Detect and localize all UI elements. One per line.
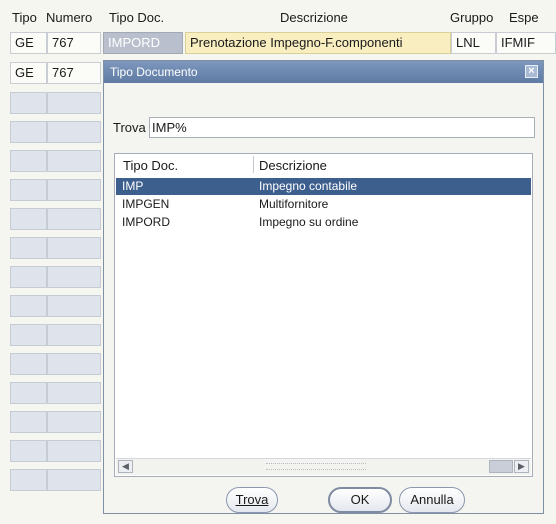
tipo-documento-dialog: Tipo Documento × Trova Tipo Doc. Descriz… xyxy=(103,60,544,514)
find-button[interactable]: Trova xyxy=(226,487,278,513)
header-descrizione: Descrizione xyxy=(280,10,348,25)
find-button-label: Trova xyxy=(235,492,269,507)
empty-field[interactable] xyxy=(10,179,47,201)
empty-field[interactable] xyxy=(10,353,47,375)
results-list: Tipo Doc. Descrizione IMP Impegno contab… xyxy=(114,153,533,477)
dialog-title: Tipo Documento xyxy=(110,65,198,79)
field-numero[interactable]: 767 xyxy=(47,62,101,84)
column-header-descrizione[interactable]: Descrizione xyxy=(259,158,327,173)
find-input[interactable] xyxy=(149,117,535,138)
item-code: IMPGEN xyxy=(122,197,170,211)
empty-field[interactable] xyxy=(47,440,101,462)
scroll-left-icon[interactable]: ◀ xyxy=(118,460,133,473)
empty-field[interactable] xyxy=(47,295,101,317)
header-tipo-doc: Tipo Doc. xyxy=(109,10,165,25)
header-gruppo: Gruppo xyxy=(450,10,494,25)
item-code: IMPORD xyxy=(122,215,170,229)
empty-field[interactable] xyxy=(47,266,101,288)
list-item[interactable]: IMPORD Impegno su ordine xyxy=(116,214,531,231)
header-tipo: Tipo xyxy=(12,10,37,25)
dialog-titlebar[interactable]: Tipo Documento × xyxy=(104,61,543,83)
empty-field[interactable] xyxy=(47,469,101,491)
horizontal-scrollbar[interactable]: ◀ ▶ xyxy=(116,458,531,475)
empty-field[interactable] xyxy=(47,179,101,201)
empty-field[interactable] xyxy=(10,92,47,114)
field-esperimento[interactable]: IFMIF xyxy=(496,32,556,54)
empty-field[interactable] xyxy=(47,150,101,172)
empty-field[interactable] xyxy=(10,440,47,462)
item-code: IMP xyxy=(122,179,144,193)
empty-field[interactable] xyxy=(47,92,101,114)
empty-field[interactable] xyxy=(10,208,47,230)
empty-field[interactable] xyxy=(47,121,101,143)
empty-field[interactable] xyxy=(10,382,47,404)
empty-field[interactable] xyxy=(10,324,47,346)
empty-field[interactable] xyxy=(10,150,47,172)
empty-field[interactable] xyxy=(10,266,47,288)
scroll-grip[interactable] xyxy=(266,463,366,470)
column-header-tipo-doc[interactable]: Tipo Doc. xyxy=(123,158,178,173)
ok-button[interactable]: OK xyxy=(328,487,392,513)
field-tipo-doc[interactable]: IMPORD xyxy=(103,32,183,54)
cancel-button[interactable]: Annulla xyxy=(399,487,465,513)
cancel-button-label: Annulla xyxy=(410,492,454,507)
empty-field[interactable] xyxy=(47,411,101,433)
empty-field[interactable] xyxy=(47,237,101,259)
empty-field[interactable] xyxy=(47,353,101,375)
empty-field[interactable] xyxy=(10,237,47,259)
column-divider[interactable] xyxy=(253,156,254,173)
item-description: Impegno su ordine xyxy=(259,215,359,229)
empty-field[interactable] xyxy=(47,324,101,346)
close-icon[interactable]: × xyxy=(525,65,538,78)
item-description: Impegno contabile xyxy=(259,179,358,193)
field-gruppo[interactable]: LNL xyxy=(451,32,496,54)
scroll-right-icon[interactable]: ▶ xyxy=(514,460,529,473)
field-tipo[interactable]: GE xyxy=(10,62,47,84)
empty-field[interactable] xyxy=(47,208,101,230)
empty-field[interactable] xyxy=(47,382,101,404)
ok-button-label: OK xyxy=(350,492,370,507)
empty-field[interactable] xyxy=(10,411,47,433)
list-header: Tipo Doc. Descrizione xyxy=(115,154,532,176)
empty-field[interactable] xyxy=(10,121,47,143)
scroll-thumb[interactable] xyxy=(489,460,513,473)
empty-field[interactable] xyxy=(10,469,47,491)
list-item[interactable]: IMP Impegno contabile xyxy=(116,178,531,195)
list-item[interactable]: IMPGEN Multifornitore xyxy=(116,196,531,213)
item-description: Multifornitore xyxy=(259,197,329,211)
field-descrizione[interactable]: Prenotazione Impegno-F.componenti xyxy=(185,32,451,54)
header-numero: Numero xyxy=(46,10,93,25)
find-label: Trova xyxy=(113,120,146,135)
empty-field[interactable] xyxy=(10,295,47,317)
header-esperimento: Espe xyxy=(509,10,539,25)
field-numero[interactable]: 767 xyxy=(47,32,101,54)
field-tipo[interactable]: GE xyxy=(10,32,47,54)
